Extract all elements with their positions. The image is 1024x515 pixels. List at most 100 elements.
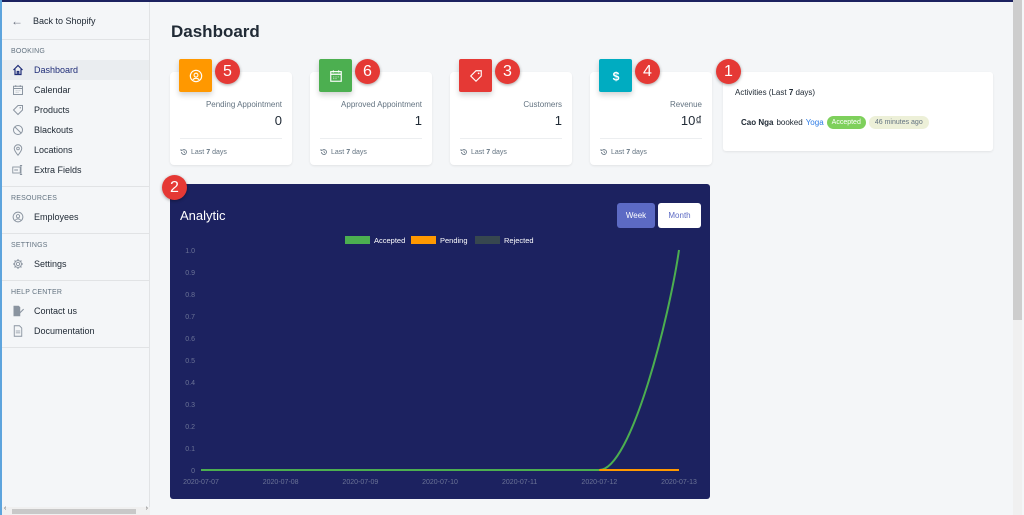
stat-footer: Last 7 days: [180, 148, 227, 156]
edit-document-icon: [11, 304, 25, 318]
legend-label-pending: Pending: [440, 236, 468, 245]
x-tick-label: 2020-07-11: [502, 479, 537, 486]
scrollbar-thumb[interactable]: [1013, 0, 1022, 320]
sidebar-item-label: Blackouts: [34, 125, 74, 135]
dollar-icon: $: [599, 59, 632, 92]
y-tick-label: 0: [191, 468, 195, 475]
history-icon: [320, 148, 328, 156]
history-icon: [460, 148, 468, 156]
back-to-shopify-link[interactable]: ← Back to Shopify: [2, 2, 149, 40]
page-title: Dashboard: [171, 22, 260, 41]
sidebar-item-label: Locations: [34, 145, 73, 155]
user-circle-icon: [179, 59, 212, 92]
divider: [180, 138, 282, 139]
series-line-accepted: [201, 249, 680, 471]
sidebar-item-label: Documentation: [34, 326, 95, 336]
block-icon: [11, 123, 25, 137]
arrow-left-icon: ←: [11, 13, 23, 28]
sidebar-section-booking: BOOKING Dashboard Calendar Products Blackout…: [2, 40, 149, 187]
stat-value: 0: [274, 113, 282, 128]
section-title: SETTINGS: [11, 242, 48, 249]
annotation-marker: 6: [355, 59, 380, 84]
stat-value: 1: [414, 113, 422, 128]
stat-label: Customers: [523, 100, 562, 109]
stat-footer: Last 7 days: [320, 148, 367, 156]
sidebar-item-label: Dashboard: [34, 65, 79, 75]
tag-icon: [11, 103, 25, 117]
stat-value: 10₫: [680, 113, 702, 128]
text-field-icon: [11, 163, 25, 177]
stat-label: Revenue: [669, 100, 702, 109]
section-title: BOOKING: [11, 48, 46, 55]
annotation-marker: 3: [495, 59, 520, 84]
y-tick-label: 0.7: [185, 314, 195, 321]
time-badge: 46 minutes ago: [868, 116, 929, 129]
user-circle-icon: [11, 210, 25, 224]
legend-label-rejected: Rejected: [504, 236, 534, 245]
sidebar-item-extra-fields[interactable]: Extra Fields: [2, 160, 149, 180]
y-tick-label: 0.8: [185, 292, 195, 299]
scrollbar-thumb[interactable]: [12, 509, 136, 514]
history-icon: [180, 148, 188, 156]
sidebar-item-blackouts[interactable]: Blackouts: [2, 120, 149, 140]
sidebar-item-locations[interactable]: Locations: [2, 140, 149, 160]
top-border: [0, 0, 1014, 2]
stat-footer: Last 7 days: [600, 148, 647, 156]
calendar-icon: [11, 83, 25, 97]
sidebar-item-documentation[interactable]: Documentation: [2, 321, 149, 341]
activity-item: Cao Nga booked Yoga Accepted 46 minutes …: [741, 116, 929, 129]
annotation-marker: 5: [215, 59, 240, 84]
sidebar-item-label: Contact us: [34, 306, 78, 316]
y-tick-label: 0.1: [185, 446, 195, 453]
sidebar-item-contact-us[interactable]: Contact us: [2, 301, 149, 321]
calendar-icon: [319, 59, 352, 92]
tag-icon: [459, 59, 492, 92]
legend-swatch-accepted: [345, 236, 370, 244]
stat-footer: Last 7 days: [460, 148, 507, 156]
sidebar-item-label: Calendar: [34, 85, 71, 95]
sidebar-item-label: Employees: [34, 212, 79, 222]
sidebar-item-employees[interactable]: Employees: [2, 207, 149, 227]
sidebar-horizontal-scrollbar[interactable]: ‹ ›: [2, 505, 150, 515]
sidebar-section-settings: SETTINGS Settings: [2, 234, 149, 281]
sidebar-section-help-center: HELP CENTER Contact us Documentation: [2, 281, 149, 348]
y-tick-label: 1.0: [185, 248, 195, 255]
y-tick-label: 0.4: [185, 380, 195, 387]
analytic-line-chart: Accepted Pending Rejected 0 0.1 0.2 0.3 0.4 0.5 0…: [183, 236, 697, 486]
sidebar-section-resources: RESOURCES Employees: [2, 187, 149, 234]
location-pin-icon: [11, 143, 25, 157]
divider: [320, 138, 422, 139]
scroll-right-arrow-icon[interactable]: ›: [146, 505, 148, 512]
x-tick-label: 2020-07-12: [581, 479, 617, 486]
sidebar-item-label: Extra Fields: [34, 165, 82, 175]
y-tick-label: 0.3: [185, 402, 195, 409]
sidebar-item-settings[interactable]: Settings: [2, 254, 149, 274]
annotation-marker: 1: [716, 59, 741, 84]
stat-label: Approved Appointment: [341, 100, 422, 109]
sidebar-item-label: Products: [34, 105, 70, 115]
activity-customer: Cao Nga: [741, 118, 774, 127]
activity-service-link[interactable]: Yoga: [806, 118, 824, 127]
legend-swatch-pending: [411, 236, 436, 244]
home-icon: [11, 63, 25, 77]
annotation-marker: 2: [162, 175, 187, 200]
sidebar-item-calendar[interactable]: Calendar: [2, 80, 149, 100]
activities-card: Activities (Last 7 days) Cao Nga booked …: [723, 72, 993, 151]
sidebar-item-dashboard[interactable]: Dashboard: [2, 60, 149, 80]
sidebar: ← Back to Shopify BOOKING Dashboard Calend…: [2, 2, 150, 507]
x-tick-label: 2020-07-07: [183, 479, 219, 486]
scroll-left-arrow-icon[interactable]: ‹: [4, 505, 6, 512]
page-vertical-scrollbar[interactable]: [1013, 0, 1022, 515]
gear-icon: [11, 257, 25, 271]
annotation-marker: 4: [635, 59, 660, 84]
svg-text:$: $: [612, 69, 619, 83]
legend-label-accepted: Accepted: [374, 236, 405, 245]
x-tick-label: 2020-07-09: [342, 479, 378, 486]
y-tick-label: 0.9: [185, 270, 195, 277]
back-label: Back to Shopify: [33, 15, 96, 26]
sidebar-item-products[interactable]: Products: [2, 100, 149, 120]
sidebar-item-label: Settings: [34, 259, 67, 269]
activity-verb: booked: [776, 118, 803, 127]
x-tick-label: 2020-07-13: [661, 479, 697, 486]
divider: [460, 138, 562, 139]
